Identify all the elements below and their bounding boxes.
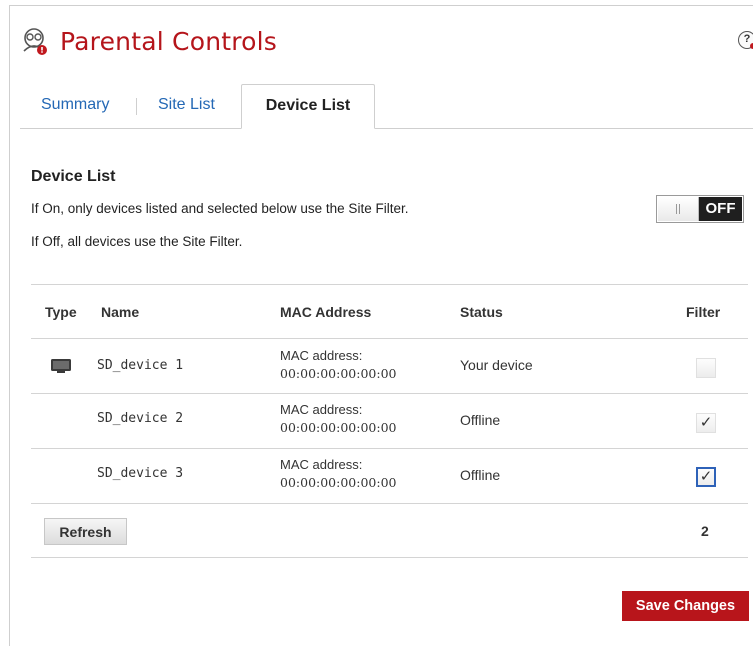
monitor-icon (51, 359, 71, 373)
column-header-mac: MAC Address (280, 304, 372, 320)
description-off: If Off, all devices use the Site Filter. (31, 234, 243, 249)
filter-checkbox[interactable]: ✓ (696, 413, 716, 433)
tab-device-list[interactable]: Device List (241, 84, 375, 129)
section-title: Device List (31, 168, 116, 185)
column-header-type: Type (45, 304, 77, 320)
help-icon-label: ? (743, 33, 751, 45)
filter-checkbox[interactable]: ✓ (696, 467, 716, 487)
tab-divider (136, 98, 137, 115)
row-divider (31, 503, 748, 504)
device-list-toggle[interactable]: OFF (656, 195, 744, 223)
help-icon[interactable]: ? (738, 31, 753, 49)
device-name: SD_device 3 (97, 466, 184, 481)
selected-count: 2 (701, 523, 709, 539)
toggle-knob[interactable] (658, 197, 699, 221)
device-name: SD_device 2 (97, 411, 184, 426)
column-header-name: Name (101, 304, 140, 320)
mac-value: 00:00:00:00:00:00 (280, 366, 397, 381)
device-status: Offline (460, 467, 501, 483)
mac-label: MAC address: (280, 348, 363, 363)
column-header-status: Status (460, 304, 503, 320)
device-status: Offline (460, 412, 501, 428)
parental-controls-icon (23, 28, 47, 55)
tab-site-list[interactable]: Site List (158, 84, 215, 128)
filter-checkbox[interactable] (696, 358, 716, 378)
device-status: Your device (460, 357, 533, 373)
table-top-divider (31, 284, 748, 285)
table-bottom-divider (31, 557, 748, 558)
mac-label: MAC address: (280, 402, 363, 417)
page-title: Parental Controls (60, 27, 278, 56)
checkmark-icon: ✓ (699, 414, 713, 431)
tab-bar: Summary Site List Device List (20, 84, 753, 129)
row-divider (31, 448, 748, 449)
checkmark-icon: ✓ (699, 468, 713, 485)
mac-value: 00:00:00:00:00:00 (280, 475, 397, 490)
description-on: If On, only devices listed and selected … (31, 201, 409, 216)
toggle-state-label: OFF (699, 197, 742, 221)
mac-label: MAC address: (280, 457, 363, 472)
table-header-divider (31, 338, 748, 339)
mac-value: 00:00:00:00:00:00 (280, 420, 397, 435)
device-name: SD_device 1 (97, 358, 184, 373)
column-header-filter: Filter (686, 304, 721, 320)
row-divider (31, 393, 748, 394)
toggle-grip-icon (676, 204, 677, 214)
refresh-button[interactable]: Refresh (44, 518, 127, 545)
tab-summary[interactable]: Summary (41, 84, 109, 128)
save-changes-button[interactable]: Save Changes (622, 591, 749, 621)
